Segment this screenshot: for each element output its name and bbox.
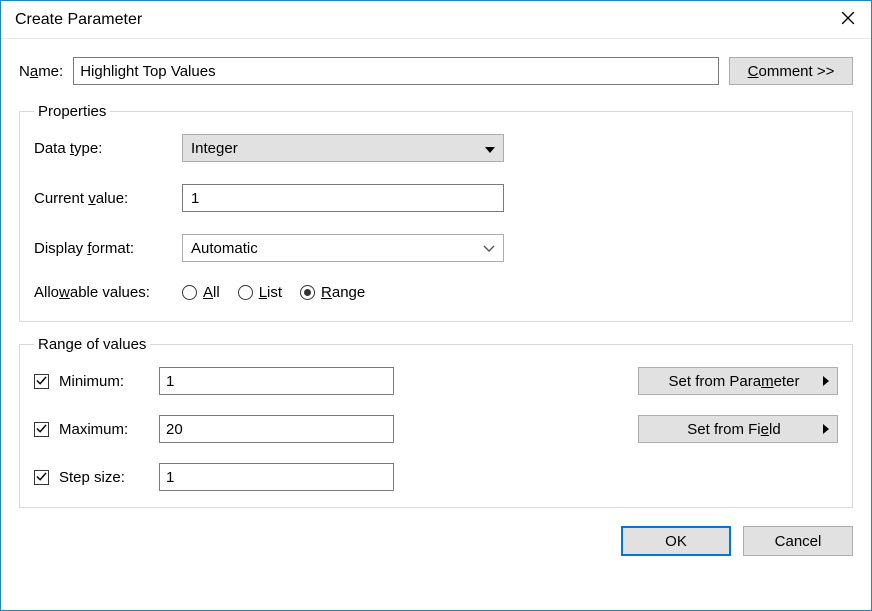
step-size-input[interactable] [159, 463, 394, 491]
radio-all-label: All [203, 284, 220, 301]
check-icon [36, 373, 47, 390]
radio-list[interactable]: List [238, 284, 282, 301]
check-icon [36, 469, 47, 486]
create-parameter-dialog: Create Parameter Name: Comment >> Proper… [0, 0, 872, 611]
radio-all[interactable]: All [182, 284, 220, 301]
range-legend: Range of values [34, 336, 150, 353]
name-input[interactable] [73, 57, 719, 85]
display-format-value: Automatic [191, 240, 258, 257]
display-format-label: Display format: [34, 240, 182, 257]
display-format-combobox[interactable]: Automatic [182, 234, 504, 262]
close-button[interactable] [825, 1, 871, 38]
caret-down-icon [485, 140, 495, 157]
titlebar: Create Parameter [1, 1, 871, 39]
maximum-label: Maximum: [59, 421, 159, 438]
data-type-value: Integer [191, 140, 238, 157]
step-size-row: Step size: [34, 463, 618, 491]
name-label: Name: [19, 63, 63, 80]
step-size-label: Step size: [59, 469, 159, 486]
current-value-label: Current value: [34, 190, 182, 207]
display-format-row: Display format: Automatic [34, 234, 838, 262]
cancel-button[interactable]: Cancel [743, 526, 853, 556]
arrow-right-icon [823, 373, 829, 390]
current-value-input[interactable] [182, 184, 504, 212]
maximum-checkbox[interactable] [34, 422, 49, 437]
radio-icon [238, 285, 253, 300]
dialog-footer: OK Cancel [19, 522, 853, 556]
data-type-dropdown[interactable]: Integer [182, 134, 504, 162]
radio-range-label: Range [321, 284, 365, 301]
minimum-row: Minimum: [34, 367, 618, 395]
radio-range[interactable]: Range [300, 284, 365, 301]
range-left: Minimum: Maximum: Step [34, 367, 618, 491]
properties-group: Properties Data type: Integer Current va… [19, 103, 853, 322]
maximum-row: Maximum: [34, 415, 618, 443]
data-type-label: Data type: [34, 140, 182, 157]
window-title: Create Parameter [15, 11, 825, 29]
properties-legend: Properties [34, 103, 110, 120]
range-of-values-group: Range of values Minimum: Maxim [19, 336, 853, 508]
minimum-checkbox[interactable] [34, 374, 49, 389]
current-value-row: Current value: [34, 184, 838, 212]
name-row: Name: Comment >> [19, 57, 853, 85]
radio-icon [300, 285, 315, 300]
allowable-values-label: Allowable values: [34, 284, 182, 301]
ok-button[interactable]: OK [621, 526, 731, 556]
close-icon [841, 11, 855, 29]
data-type-row: Data type: Integer [34, 134, 838, 162]
radio-icon [182, 285, 197, 300]
check-icon [36, 421, 47, 438]
comment-button[interactable]: Comment >> [729, 57, 853, 85]
minimum-input[interactable] [159, 367, 394, 395]
allowable-values-row: Allowable values: All List Range [34, 284, 838, 301]
range-right: Set from Parameter Set from Field [638, 367, 838, 491]
chevron-down-icon [483, 240, 495, 257]
minimum-label: Minimum: [59, 373, 159, 390]
radio-list-label: List [259, 284, 282, 301]
set-from-field-button[interactable]: Set from Field [638, 415, 838, 443]
dialog-content: Name: Comment >> Properties Data type: I… [1, 39, 871, 610]
step-size-checkbox[interactable] [34, 470, 49, 485]
maximum-input[interactable] [159, 415, 394, 443]
arrow-right-icon [823, 421, 829, 438]
allowable-values-radios: All List Range [182, 284, 365, 301]
set-from-parameter-button[interactable]: Set from Parameter [638, 367, 838, 395]
